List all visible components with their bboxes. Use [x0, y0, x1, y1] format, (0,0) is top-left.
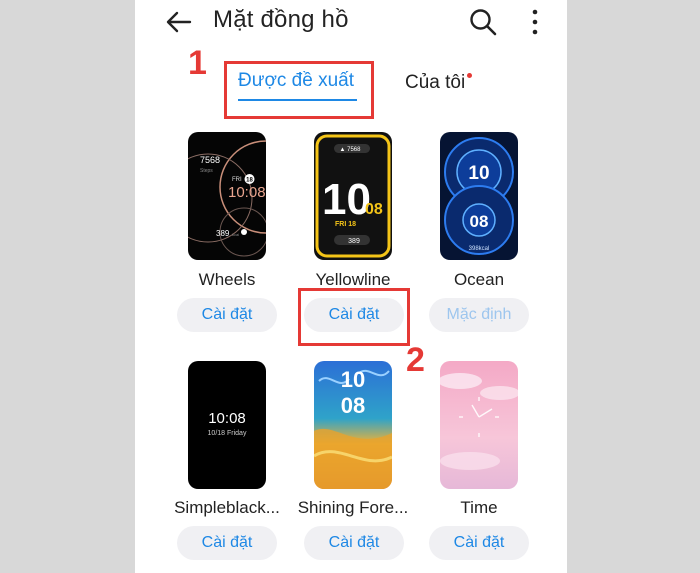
- top-app-bar: Mặt đồng hồ: [135, 0, 567, 48]
- face-name: Time: [460, 498, 498, 517]
- day-label: FRI: [232, 177, 242, 183]
- install-button[interactable]: Cài đặt: [304, 526, 404, 560]
- steps-value: 7568: [200, 155, 220, 165]
- kcal-unit: kcal: [232, 232, 239, 237]
- face-name: Yellowline: [315, 270, 391, 289]
- watch-face-ocean[interactable]: 10 08 398kcal: [440, 132, 518, 260]
- time-value: 10:08: [228, 184, 266, 201]
- minute-value: 08: [470, 212, 489, 231]
- kcal-value: 398kcal: [469, 246, 490, 252]
- face-name: Simpleblack...: [174, 498, 280, 517]
- day-date-label: FRI 18: [335, 221, 356, 228]
- default-button[interactable]: Mặc định: [429, 298, 529, 332]
- notification-badge: [467, 73, 472, 78]
- arrow-left-icon[interactable]: [164, 7, 194, 37]
- step-number-1: 1: [188, 44, 207, 82]
- time-value: 10:08: [208, 410, 246, 427]
- watch-face-yellowline[interactable]: ▲ 7568 10 08 FRI 18 389: [314, 132, 392, 260]
- tab-indicator: [238, 99, 357, 101]
- hour-value: 10: [468, 163, 489, 184]
- minute-value: 08: [341, 393, 365, 418]
- minute-value: 08: [365, 201, 383, 218]
- install-button[interactable]: Cài đặt: [429, 526, 529, 560]
- install-button[interactable]: Cài đặt: [177, 526, 277, 560]
- steps-label: Steps: [200, 168, 213, 174]
- hour-value: 10: [322, 175, 371, 224]
- phone-screen: Mặt đồng hồ Được đề xuất Của tôi 7568 St…: [135, 0, 567, 573]
- tab-mine[interactable]: Của tôi: [405, 72, 465, 94]
- watch-face-shining-forest[interactable]: 10 08: [314, 361, 392, 489]
- watch-face-simpleblack[interactable]: 10:08 10/18 Friday: [188, 361, 266, 489]
- date-badge: 18: [246, 178, 253, 184]
- install-button[interactable]: Cài đặt: [177, 298, 277, 332]
- face-name: Wheels: [198, 270, 256, 289]
- face-name: Shining Fore...: [297, 498, 409, 517]
- search-icon[interactable]: [468, 7, 498, 37]
- install-button[interactable]: Cài đặt: [304, 298, 404, 332]
- date-value: 10/18 Friday: [208, 430, 247, 437]
- more-vertical-icon[interactable]: [527, 7, 543, 37]
- svg-text:▲ 7568: ▲ 7568: [340, 147, 362, 153]
- watch-face-time[interactable]: [440, 361, 518, 489]
- watch-face-wheels[interactable]: 7568 Steps FRI 18 10:08 389 kcal: [188, 132, 266, 260]
- step-number-2: 2: [406, 341, 425, 379]
- kcal-value: 389: [216, 229, 230, 238]
- bottom-value: 389: [348, 238, 360, 245]
- page-title: Mặt đồng hồ: [213, 6, 349, 33]
- face-name: Ocean: [453, 270, 505, 289]
- hour-value: 10: [341, 367, 365, 392]
- tab-recommended[interactable]: Được đề xuất: [238, 70, 354, 92]
